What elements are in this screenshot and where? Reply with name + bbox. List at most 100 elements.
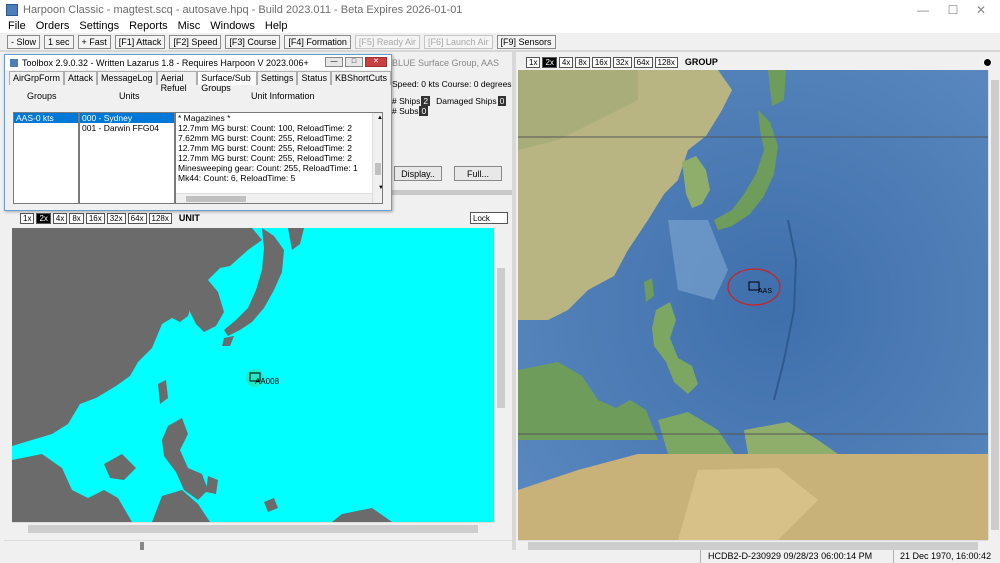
right-zoom-4x[interactable]: 4x	[558, 56, 574, 68]
left-zoom-1x[interactable]: 1x	[20, 212, 35, 224]
left-zoom-128x[interactable]: 128x	[148, 212, 172, 224]
group-map-label: AAS	[758, 288, 772, 295]
left-zoom-8x[interactable]: 8x	[69, 212, 84, 224]
display-button[interactable]: Display..	[394, 166, 442, 181]
status-separator	[700, 550, 701, 563]
left-map-vscroll[interactable]	[494, 228, 506, 522]
unit-map-label: AA008	[255, 377, 280, 386]
ready-air-button[interactable]: [F5] Ready Air	[354, 34, 420, 49]
ships-label: # Ships	[392, 96, 421, 106]
game-clock: 21 Dec 1970, 16:00:42	[900, 551, 992, 561]
tab-settings[interactable]: Settings	[256, 71, 298, 85]
right-zoom-16x[interactable]: 16x	[591, 56, 611, 68]
time-step-button[interactable]: 1 sec	[44, 34, 74, 49]
left-map-hscroll[interactable]	[12, 522, 494, 534]
left-hscroll-thumb[interactable]	[28, 525, 478, 533]
menu-windows[interactable]: Windows	[210, 20, 255, 32]
tab-attack[interactable]: Attack	[64, 71, 98, 85]
app-icon	[6, 3, 18, 16]
record-dot-icon[interactable]	[983, 57, 992, 67]
menu-settings[interactable]: Settings	[79, 20, 119, 32]
info-hscroll[interactable]	[176, 193, 372, 203]
left-zoom-2x[interactable]: 2x	[36, 212, 51, 224]
right-zoom-2x[interactable]: 2x	[542, 56, 557, 68]
left-pane-hscroll-thumb[interactable]	[140, 542, 144, 550]
info-hscroll-thumb[interactable]	[186, 196, 246, 202]
attack-button[interactable]: [F1] Attack	[114, 34, 166, 49]
right-zoom-128x[interactable]: 128x	[654, 56, 678, 68]
info-vscroll[interactable]: ▲ ▼	[372, 113, 382, 203]
right-view-label: GROUP	[684, 57, 718, 67]
left-pane-hscroll[interactable]	[4, 540, 512, 550]
toolbox-tabs: AirGrpForm Attack MessageLog Aerial Refu…	[5, 70, 391, 93]
left-zoom-4x[interactable]: 4x	[52, 212, 68, 224]
right-vscroll-thumb[interactable]	[991, 80, 999, 530]
full-button[interactable]: Full...	[454, 166, 502, 181]
launch-air-button[interactable]: [F6] Launch Air	[423, 34, 493, 49]
close-icon[interactable]: ✕	[962, 0, 1000, 19]
status-bar: HCDB2-D-230929 09/28/23 06:00:14 PM 21 D…	[0, 550, 1000, 563]
scroll-up-icon[interactable]: ▲	[375, 113, 382, 123]
toolbox-maximize-icon[interactable]: □	[345, 57, 363, 67]
menu-file[interactable]: File	[8, 20, 26, 32]
tab-surface-sub-groups[interactable]: Surface/Sub Groups	[197, 71, 257, 93]
sensors-button[interactable]: [F9] Sensors	[496, 34, 556, 49]
right-hscroll-thumb[interactable]	[528, 542, 978, 550]
speed-course-readout: Speed: 0 kts Course: 0 degrees	[392, 79, 512, 89]
menu-orders[interactable]: Orders	[36, 20, 70, 32]
info-line: Mk44: Count: 6, ReloadTime: 5	[178, 173, 296, 183]
left-vscroll-thumb[interactable]	[497, 268, 505, 408]
menu-help[interactable]: Help	[265, 20, 288, 32]
tab-airgrpform[interactable]: AirGrpForm	[9, 71, 64, 85]
units-list[interactable]: 000 - Sydney 001 - Darwin FFG04	[79, 112, 175, 204]
unit-info-list[interactable]: * Magazines * 12.7mm MG burst: Count: 10…	[175, 112, 383, 204]
info-line: 7.62mm MG burst: Count: 255, ReloadTime:…	[178, 133, 353, 143]
right-zoom-64x[interactable]: 64x	[633, 56, 653, 68]
right-zoom-1x[interactable]: 1x	[526, 56, 541, 68]
unit-item-sydney[interactable]: 000 - Sydney	[80, 113, 174, 123]
right-zoom-8x[interactable]: 8x	[575, 56, 590, 68]
unit-item-darwin[interactable]: 001 - Darwin FFG04	[80, 123, 174, 133]
subs-label: # Subs	[392, 106, 419, 116]
group-item-aas[interactable]: AAS-0 kts	[14, 113, 78, 123]
tab-aerial-refuel[interactable]: Aerial Refuel	[156, 71, 198, 93]
toolbox-title-bar[interactable]: Toolbox 2.9.0.32 - Written Lazarus 1.8 -…	[5, 55, 391, 70]
left-zoom-16x[interactable]: 16x	[85, 212, 105, 224]
build-stamp: HCDB2-D-230929 09/28/23 06:00:14 PM	[708, 551, 873, 561]
tab-messagelog[interactable]: MessageLog	[97, 71, 157, 85]
pane-splitter[interactable]	[512, 52, 516, 550]
lock-button[interactable]: Lock	[470, 212, 508, 224]
fast-button[interactable]: + Fast	[77, 34, 111, 49]
tab-status[interactable]: Status	[297, 71, 331, 85]
toolbox-icon	[10, 58, 18, 67]
groups-list[interactable]: AAS-0 kts	[13, 112, 79, 204]
scroll-down-icon[interactable]: ▼	[375, 183, 382, 193]
group-info-panel: BLUE Surface Group, AAS Speed: 0 kts Cou…	[392, 56, 512, 190]
panel-splitter[interactable]	[392, 190, 512, 195]
info-line: 12.7mm MG burst: Count: 255, ReloadTime:…	[178, 153, 353, 163]
right-map-hscroll[interactable]	[518, 540, 988, 550]
menu-reports[interactable]: Reports	[129, 20, 168, 32]
info-vscroll-thumb[interactable]	[375, 163, 381, 175]
toolbox-close-icon[interactable]: ✕	[365, 57, 387, 67]
left-view-label: UNIT	[178, 213, 200, 223]
speed-button[interactable]: [F2] Speed	[169, 34, 222, 49]
unit-info-header: Unit Information	[251, 91, 315, 101]
subs-count: 0	[419, 106, 429, 116]
right-zoom-32x[interactable]: 32x	[612, 56, 632, 68]
menu-bar: File Orders Settings Reports Misc Window…	[0, 19, 1000, 33]
menu-misc[interactable]: Misc	[178, 20, 201, 32]
course-button[interactable]: [F3] Course	[225, 34, 281, 49]
unit-map[interactable]: AA008	[12, 228, 494, 522]
toolbox-minimize-icon[interactable]: —	[325, 57, 343, 67]
group-header: BLUE Surface Group, AAS	[392, 58, 500, 68]
left-zoom-32x[interactable]: 32x	[106, 212, 126, 224]
tab-kbshortcuts[interactable]: KBShortCuts	[330, 71, 391, 85]
toolbar-divider	[0, 50, 1000, 52]
group-map[interactable]: AAS	[518, 70, 988, 540]
slow-button[interactable]: - Slow	[7, 34, 41, 49]
formation-button[interactable]: [F4] Formation	[284, 34, 351, 49]
right-map-vscroll[interactable]	[988, 70, 1000, 540]
window-title: Harpoon Classic - magtest.scq - autosave…	[23, 3, 463, 16]
left-zoom-64x[interactable]: 64x	[127, 212, 147, 224]
